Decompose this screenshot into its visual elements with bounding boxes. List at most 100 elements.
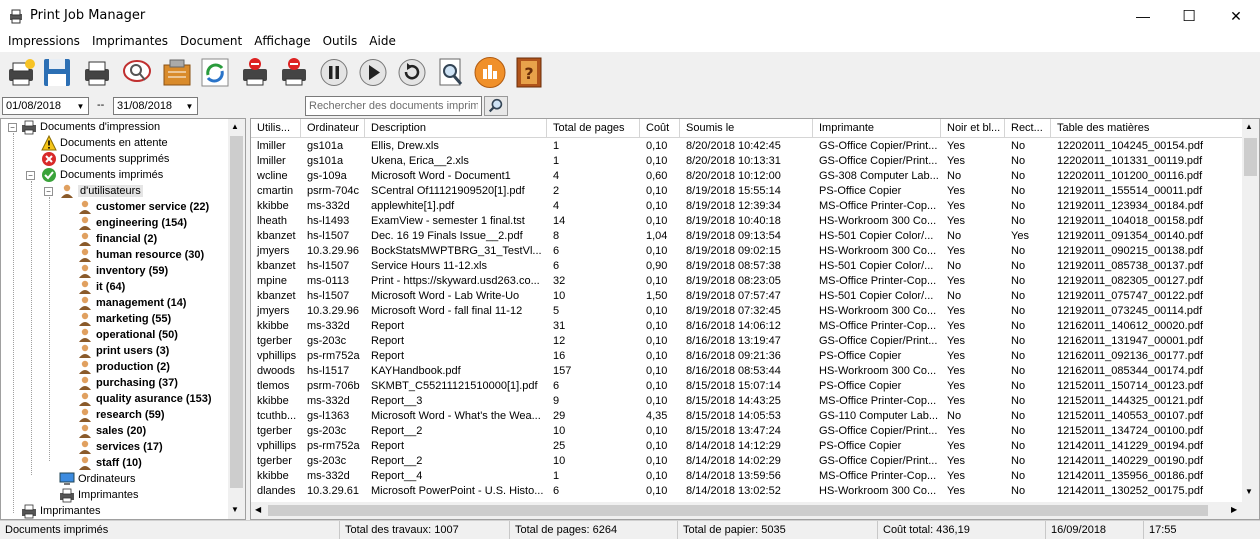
menu-impressions[interactable]: Impressions (2, 32, 86, 52)
tree-scrollbar[interactable]: ▲ ▼ (228, 119, 245, 519)
table-row[interactable]: cmartin psrm-704c SCentral Of11121909520[1… (251, 184, 1246, 199)
table-row[interactable]: kkibbe ms-332d applewhite[1].pdf 4 0,10 8/19/… (251, 199, 1246, 214)
printer-icon[interactable] (80, 55, 114, 90)
pause-icon[interactable] (317, 55, 351, 90)
minimize-button[interactable]: — (1120, 0, 1166, 32)
column-header[interactable]: Soumis le (680, 119, 813, 138)
reports-icon[interactable] (473, 55, 507, 90)
table-row[interactable]: vphillips ps-rm752a Report 16 0,10 8/16/2018 … (251, 349, 1246, 364)
scroll-left-icon[interactable]: ◀ (255, 505, 261, 514)
grid-vertical-thumb[interactable] (1244, 138, 1257, 176)
refresh-icon[interactable] (198, 55, 232, 90)
table-row[interactable]: lmiller gs101a Ukena, Erica__2.xls 1 0,10 8/2… (251, 154, 1246, 169)
date-from-picker[interactable]: 01/08/2018 ▼ (2, 97, 89, 115)
column-header[interactable]: Ordinateur (301, 119, 365, 138)
table-row[interactable]: tgerber gs-203c Report__2 10 0,10 8/14/2018 1… (251, 454, 1246, 469)
tree-group[interactable]: sales (20) (77, 423, 146, 439)
tree-group[interactable]: production (2) (77, 359, 170, 375)
search-input[interactable] (305, 96, 482, 116)
printed-expander[interactable]: − (26, 171, 35, 180)
tree-group[interactable]: print users (3) (77, 343, 169, 359)
tree-group[interactable]: it (64) (77, 279, 125, 295)
scroll-up-icon[interactable]: ▲ (1245, 122, 1253, 131)
menu-document[interactable]: Document (174, 32, 248, 52)
column-header[interactable]: Imprimante (813, 119, 941, 138)
tree-group[interactable]: services (17) (77, 439, 163, 455)
date-to-picker[interactable]: 31/08/2018 ▼ (113, 97, 198, 115)
tree-group[interactable]: quality asurance (153) (77, 391, 212, 407)
column-header[interactable]: Description (365, 119, 547, 138)
table-row[interactable]: kkibbe ms-332d Report__3 9 0,10 8/15/2018 14:… (251, 394, 1246, 409)
tree-scroll-thumb[interactable] (230, 136, 243, 488)
tree-printed[interactable]: Documents imprimés (41, 167, 163, 183)
column-header[interactable]: Table des matières (1051, 119, 1251, 138)
table-row[interactable]: tlemos psrm-706b SKMBT_C55211121510000[1].… (251, 379, 1246, 394)
users-expander[interactable]: − (44, 187, 53, 196)
column-header[interactable]: Rect... (1005, 119, 1051, 138)
column-header[interactable]: Coût (640, 119, 680, 138)
menu-affichage[interactable]: Affichage (248, 32, 316, 52)
close-button[interactable]: ✕ (1213, 0, 1259, 32)
printer-delete-icon[interactable] (238, 55, 272, 90)
table-row[interactable]: kkibbe ms-332d Report__4 1 0,10 8/14/2018 13:… (251, 469, 1246, 484)
tree-group[interactable]: staff (10) (77, 455, 142, 471)
tree-printers-root[interactable]: Imprimantes (21, 503, 101, 519)
table-row[interactable]: vphillips ps-rm752a Report 25 0,10 8/14/2018 … (251, 439, 1246, 454)
table-row[interactable]: tgerber gs-203c Report__2 10 0,10 8/15/2018 1… (251, 424, 1246, 439)
scroll-down-icon[interactable]: ▼ (1245, 487, 1253, 496)
menu-outils[interactable]: Outils (317, 32, 364, 52)
column-header[interactable]: Noir et bl... (941, 119, 1005, 138)
tree-group[interactable]: management (14) (77, 295, 186, 311)
maximize-button[interactable]: ☐ (1166, 0, 1212, 32)
help-book-icon[interactable]: ? (512, 55, 546, 90)
table-row[interactable]: dlandes 10.3.29.61 Microsoft PowerPoint - … (251, 484, 1246, 499)
search-chat-icon[interactable] (120, 55, 154, 90)
tree-pending[interactable]: Documents en attente (41, 135, 168, 151)
restart-icon[interactable] (395, 55, 429, 90)
date-from-dropdown-icon[interactable]: ▼ (73, 98, 88, 114)
tree-group[interactable]: marketing (55) (77, 311, 171, 327)
search-button[interactable] (484, 96, 508, 116)
table-row[interactable]: dwoods hs-l1517 KAYHandbook.pdf 157 0,10 8/16… (251, 364, 1246, 379)
table-row[interactable]: lmiller gs101a Ellis, Drew.xls 1 0,10 8/20/20… (251, 139, 1246, 154)
table-row[interactable]: lheath hs-l1493 ExamView - semester 1 fina… (251, 214, 1246, 229)
table-row[interactable]: mpine ms-0113 Print - https://skyward.usd2… (251, 274, 1246, 289)
print-preview-icon[interactable] (434, 55, 468, 90)
table-row[interactable]: tcuthb... gs-l1363 Microsoft Word - What's… (251, 409, 1246, 424)
table-row[interactable]: jmyers 10.3.29.96 Microsoft Word - fall fi… (251, 304, 1246, 319)
tree-group[interactable]: human resource (30) (77, 247, 204, 263)
tree-printers-sub[interactable]: Imprimantes (59, 487, 139, 503)
root-expander[interactable]: − (8, 123, 17, 132)
tree-deleted[interactable]: Documents supprimés (41, 151, 169, 167)
menu-imprimantes[interactable]: Imprimantes (86, 32, 174, 52)
grid-horizontal-scrollbar[interactable]: ◀ ▶ (251, 502, 1244, 519)
printer-delete-all-icon[interactable] (277, 55, 311, 90)
tree-group[interactable]: financial (2) (77, 231, 157, 247)
scroll-down-icon[interactable]: ▼ (231, 505, 239, 514)
tree-group[interactable]: research (59) (77, 407, 165, 423)
grid-vertical-scrollbar[interactable]: ▲ ▼ (1242, 119, 1259, 519)
tree-group[interactable]: customer service (22) (77, 199, 209, 215)
printer-star-icon[interactable] (4, 55, 38, 90)
tree-root[interactable]: Documents d'impression (21, 119, 160, 135)
play-icon[interactable] (356, 55, 390, 90)
tree-group[interactable]: operational (50) (77, 327, 178, 343)
scroll-right-icon[interactable]: ▶ (1231, 505, 1237, 514)
table-row[interactable]: kbanzet hs-l1507 Service Hours 11-12.xls 6 0… (251, 259, 1246, 274)
tree-group[interactable]: inventory (59) (77, 263, 168, 279)
table-row[interactable]: kkibbe ms-332d Report 31 0,10 8/16/2018 14:06… (251, 319, 1246, 334)
tree-group[interactable]: purchasing (37) (77, 375, 178, 391)
save-icon[interactable] (40, 55, 74, 90)
table-row[interactable]: tgerber gs-203c Report 12 0,10 8/16/2018 13:1… (251, 334, 1246, 349)
table-row[interactable]: kbanzet hs-l1507 Microsoft Word - Lab Writ… (251, 289, 1246, 304)
tree-users[interactable]: d'utilisateurs (59, 183, 143, 199)
column-header[interactable]: Total de pages (547, 119, 640, 138)
menu-aide[interactable]: Aide (363, 32, 402, 52)
table-row[interactable]: wcline gs-109a Microsoft Word - Document1 4… (251, 169, 1246, 184)
date-to-dropdown-icon[interactable]: ▼ (182, 98, 197, 114)
table-row[interactable]: jmyers 10.3.29.96 BockStatsMWPTBRG_31_Test… (251, 244, 1246, 259)
tree-group[interactable]: engineering (154) (77, 215, 187, 231)
table-row[interactable]: kbanzet hs-l1507 Dec. 16 19 Finals Issue__… (251, 229, 1246, 244)
scroll-up-icon[interactable]: ▲ (231, 122, 239, 131)
tree-computers[interactable]: Ordinateurs (59, 471, 135, 487)
